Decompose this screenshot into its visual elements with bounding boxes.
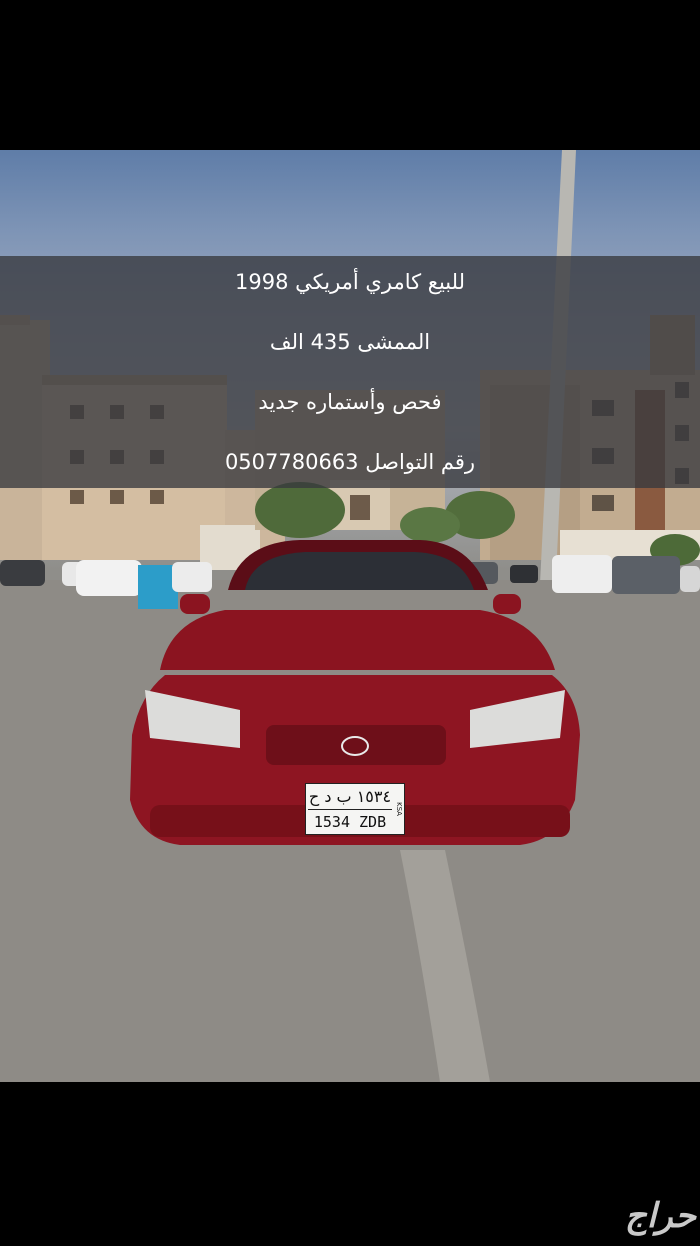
listing-mileage: الممشى 435 الف <box>269 330 431 354</box>
plate-arabic: ١٥٣٤ ب د ح <box>308 787 392 806</box>
watermark-text: حراج <box>624 1196 696 1236</box>
plate-divider <box>308 809 392 810</box>
haraj-watermark: حراج <box>506 1196 696 1236</box>
license-plate: ١٥٣٤ ب د ح 1534 ZDB KSA <box>305 783 405 835</box>
listing-inspection: فحص وأستماره جديد <box>258 390 442 414</box>
listing-contact: رقم التواصل 0507780663 <box>224 450 476 474</box>
plate-country: KSA <box>395 802 403 816</box>
plate-latin: 1534 ZDB <box>313 813 387 831</box>
listing-title: للبيع كامري أمريكي 1998 <box>235 270 465 294</box>
